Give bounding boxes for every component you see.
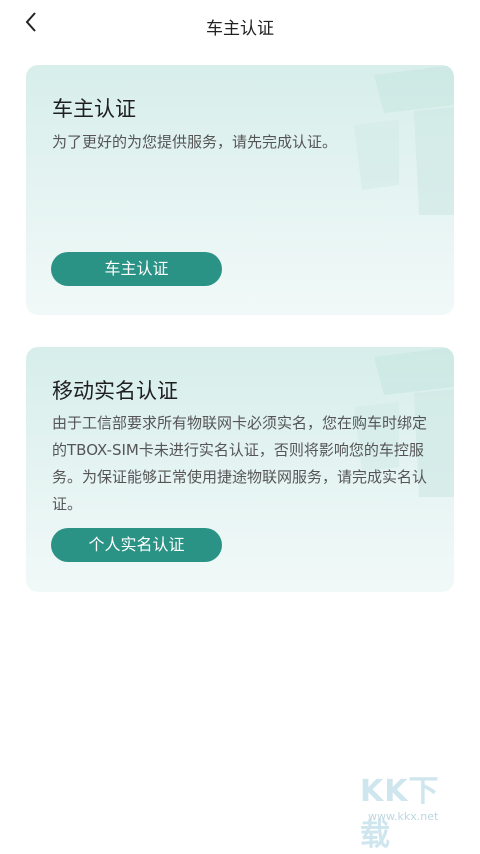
realname-title: 移动实名认证 xyxy=(52,379,178,403)
owner-auth-description: 为了更好的为您提供服务，请先完成认证。 xyxy=(52,133,338,151)
realname-description: 由于工信部要求所有物联网卡必须实名，您在购车时绑定的TBOX-SIM卡未进行实名… xyxy=(52,414,428,513)
personal-realname-button[interactable]: 个人实名认证 xyxy=(51,528,222,562)
mobile-realname-card: 移动实名认证 由于工信部要求所有物联网卡必须实名，您在购车时绑定的TBOX-SI… xyxy=(26,347,454,592)
owner-auth-button[interactable]: 车主认证 xyxy=(51,252,222,286)
owner-auth-title: 车主认证 xyxy=(52,97,136,121)
watermark-url: www.kkx.net xyxy=(368,810,439,823)
nav-bar: 车主认证 xyxy=(0,0,480,52)
page-title: 车主认证 xyxy=(206,19,274,39)
watermark: KK下载 www.kkx.net xyxy=(360,766,470,853)
owner-auth-card: 车主认证 为了更好的为您提供服务，请先完成认证。 车主认证 xyxy=(26,65,454,315)
